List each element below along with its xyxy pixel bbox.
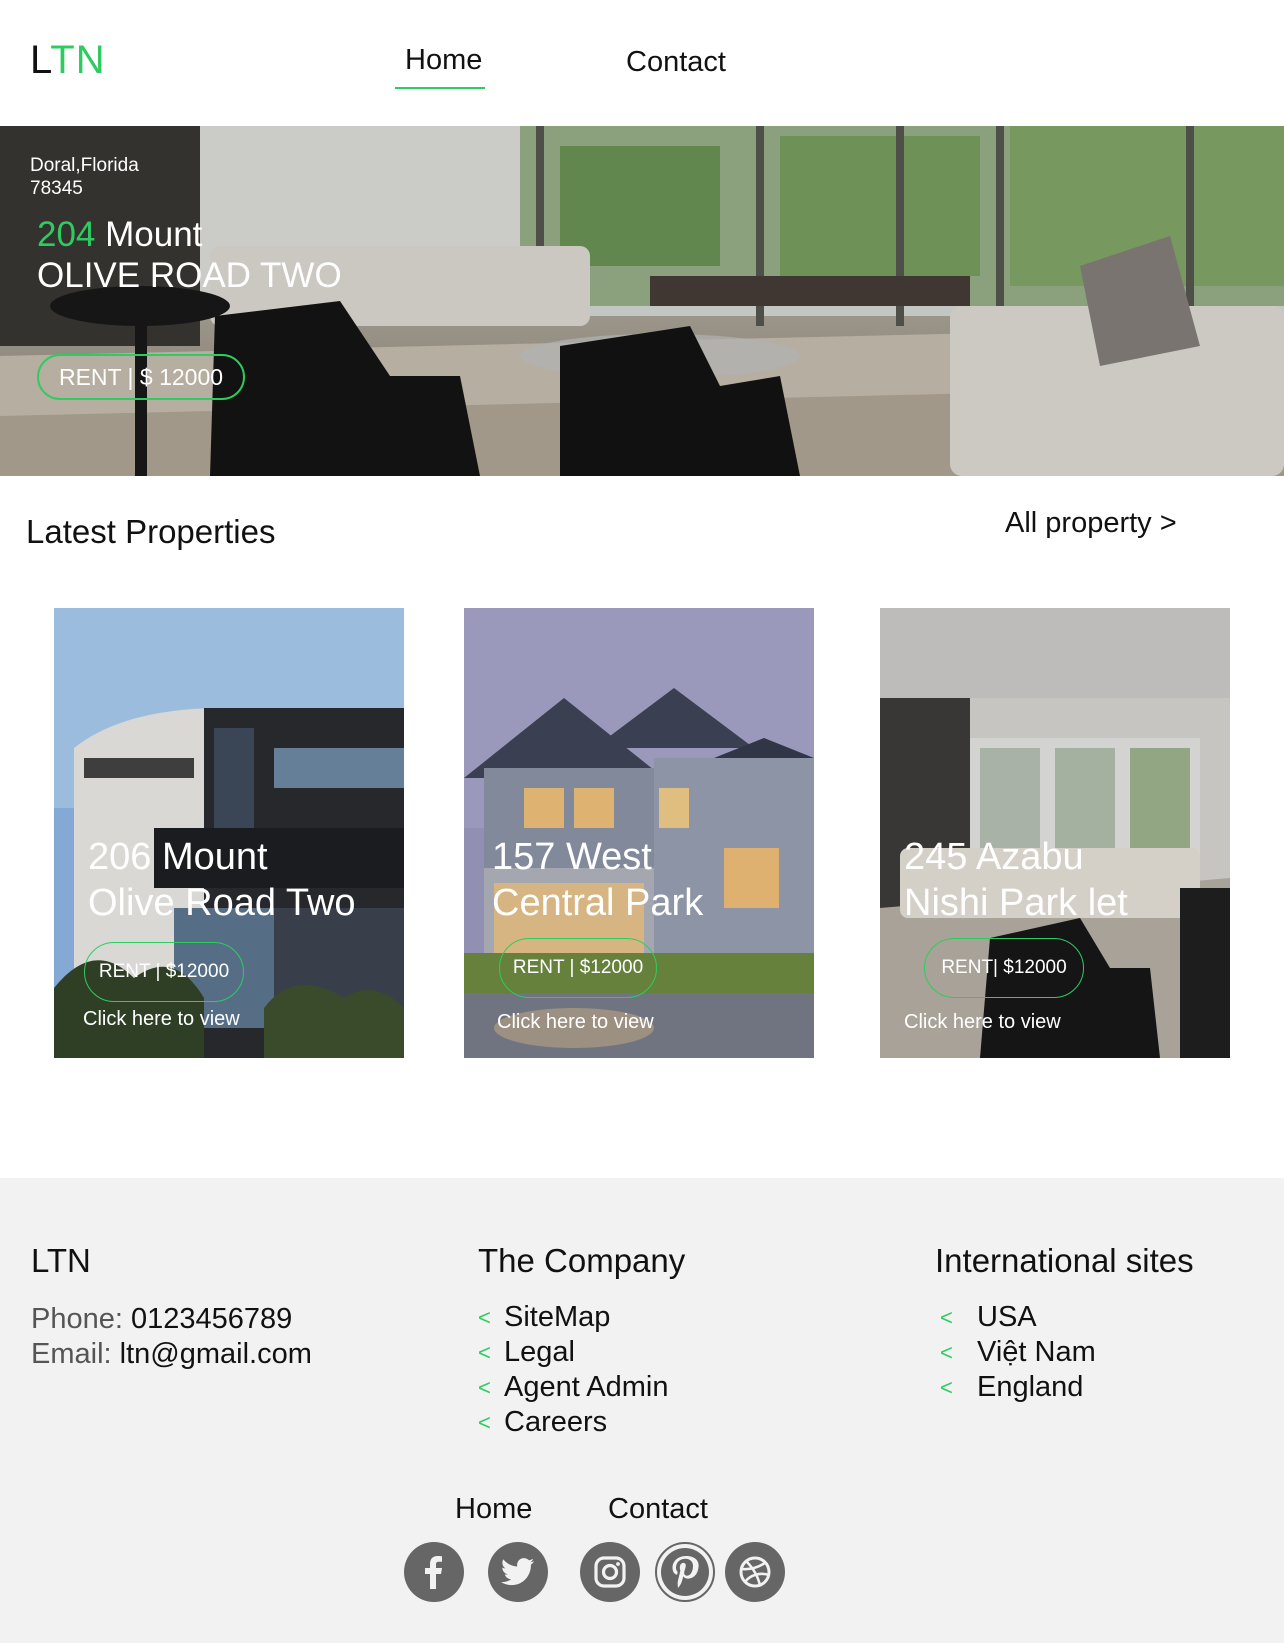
link-label: SiteMap	[504, 1301, 611, 1333]
company-link-sitemap[interactable]: < SiteMap	[478, 1300, 668, 1335]
nav-contact-link[interactable]: Contact	[626, 46, 726, 79]
property-card[interactable]: 245 Azabu Nishi Park let RENT| $12000 Cl…	[880, 608, 1230, 1058]
link-label: England	[977, 1371, 1084, 1403]
logo-prefix: L	[30, 38, 51, 82]
twitter-icon[interactable]	[488, 1542, 548, 1602]
chevron-left-icon: <	[940, 1339, 953, 1365]
hero-zip: 78345	[30, 178, 83, 199]
footer-contact-info: Phone: 0123456789 Email: ltn@gmail.com	[31, 1302, 312, 1372]
footer-nav-home[interactable]: Home	[455, 1493, 532, 1526]
facebook-icon[interactable]	[404, 1542, 464, 1602]
intl-link-england[interactable]: < England	[940, 1370, 1096, 1405]
property-card-title-line1: 245 Azabu	[904, 836, 1084, 878]
property-card-rent-button[interactable]: RENT | $12000	[499, 938, 657, 998]
property-card-view-link[interactable]: Click here to view	[497, 1011, 654, 1034]
instagram-icon[interactable]	[580, 1542, 640, 1602]
property-card-title-line2: Olive Road Two	[88, 882, 356, 924]
hero-living-room-image	[0, 126, 1284, 476]
nav-home-link[interactable]: Home	[394, 44, 486, 89]
hero-banner: Doral,Florida 78345 204 Mount OLIVE ROAD…	[0, 126, 1284, 476]
hero-location: Doral,Florida 78345	[30, 154, 170, 200]
link-label: USA	[977, 1301, 1037, 1333]
link-label: Careers	[504, 1406, 608, 1438]
hero-city: Doral,Florida	[30, 155, 139, 176]
logo[interactable]: LTN	[30, 38, 106, 83]
intl-link-usa[interactable]: < USA	[940, 1300, 1096, 1335]
property-card-title-line1: 157 West	[492, 836, 652, 878]
footer-nav-contact[interactable]: Contact	[608, 1493, 708, 1526]
property-card-view-link[interactable]: Click here to view	[83, 1008, 240, 1031]
chevron-left-icon: <	[940, 1304, 953, 1330]
hero-title-rest: Mount	[95, 215, 203, 254]
company-links: < SiteMap < Legal < Agent Admin < Careers	[478, 1300, 668, 1440]
international-links: < USA < Việt Nam < England	[940, 1300, 1096, 1405]
chevron-left-icon: <	[478, 1339, 491, 1365]
property-card-title-line1: 206 Mount	[88, 836, 268, 878]
property-card-title: 157 West Central Park	[492, 834, 703, 926]
email-label: Email:	[31, 1338, 112, 1370]
property-card-view-link[interactable]: Click here to view	[904, 1011, 1061, 1034]
property-card-rent-button[interactable]: RENT | $12000	[84, 942, 244, 1002]
pinterest-icon[interactable]	[655, 1542, 715, 1602]
chevron-left-icon: <	[940, 1374, 953, 1400]
property-card-title-line2: Nishi Park let	[904, 882, 1128, 924]
hero-title-number: 204	[37, 215, 96, 254]
email-value[interactable]: ltn@gmail.com	[120, 1338, 312, 1370]
site-footer: LTN Phone: 0123456789 Email: ltn@gmail.c…	[0, 1178, 1284, 1643]
chevron-left-icon: <	[478, 1409, 491, 1435]
site-header: LTN Home Contact	[0, 0, 1284, 126]
phone-value: 0123456789	[130, 1303, 293, 1335]
company-link-agent-admin[interactable]: < Agent Admin	[478, 1370, 668, 1405]
company-column-title: The Company	[478, 1242, 686, 1279]
international-column-title: International sites	[935, 1242, 1194, 1279]
link-label: Legal	[504, 1336, 575, 1368]
property-card-title: 206 Mount Olive Road Two	[88, 834, 356, 926]
phone-label: Phone:	[31, 1303, 123, 1335]
latest-properties-title: Latest Properties	[26, 513, 276, 550]
hero-title-line2: OLIVE ROAD TWO	[37, 256, 342, 295]
property-card-rent-button[interactable]: RENT| $12000	[924, 938, 1084, 998]
logo-accent: TN	[50, 38, 106, 82]
hero-title: 204 Mount OLIVE ROAD TWO	[37, 214, 342, 296]
dribbble-icon[interactable]	[725, 1542, 785, 1602]
link-label: Việt Nam	[977, 1336, 1096, 1368]
property-card-title: 245 Azabu Nishi Park let	[904, 834, 1128, 926]
footer-brand: LTN	[31, 1242, 91, 1279]
chevron-left-icon: <	[478, 1304, 491, 1330]
chevron-left-icon: <	[478, 1374, 491, 1400]
link-label: Agent Admin	[504, 1371, 669, 1403]
intl-link-vietnam[interactable]: < Việt Nam	[940, 1335, 1096, 1370]
property-card-title-line2: Central Park	[492, 882, 704, 924]
property-card[interactable]: 206 Mount Olive Road Two RENT | $12000 C…	[54, 608, 404, 1058]
hero-rent-button[interactable]: RENT | $ 12000	[37, 354, 245, 400]
company-link-careers[interactable]: < Careers	[478, 1405, 668, 1440]
all-property-link[interactable]: All property >	[1005, 507, 1177, 540]
property-card[interactable]: 157 West Central Park RENT | $12000 Clic…	[464, 608, 814, 1058]
company-link-legal[interactable]: < Legal	[478, 1335, 668, 1370]
